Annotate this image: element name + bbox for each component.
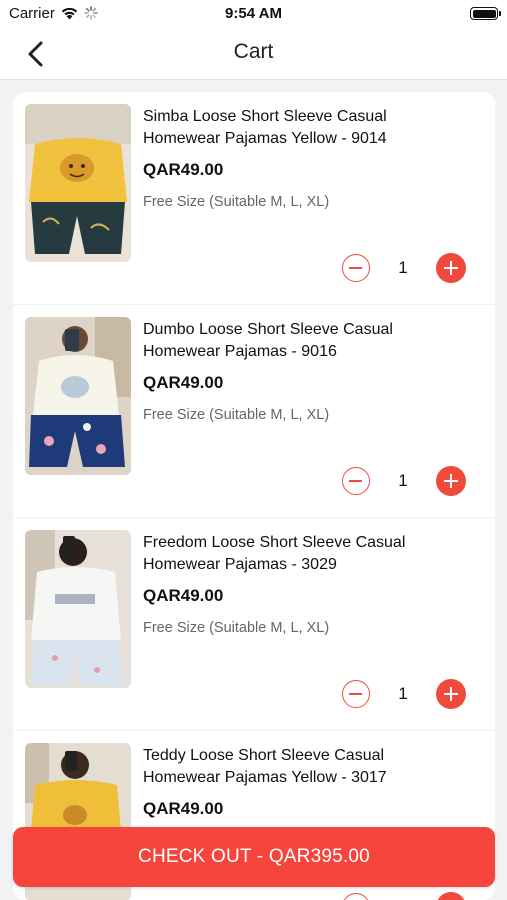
increase-quantity-button[interactable]	[436, 466, 466, 496]
product-name[interactable]: Freedom Loose Short Sleeve Casual Homewe…	[143, 532, 443, 576]
quantity-value: 1	[398, 684, 408, 703]
status-time: 9:54 AM	[225, 5, 282, 22]
product-price: QAR49.00	[143, 160, 224, 179]
cart-item[interactable]: Simba Loose Short Sleeve Casual Homewear…	[13, 92, 495, 305]
increase-quantity-button[interactable]	[436, 679, 466, 709]
decrease-quantity-button[interactable]	[342, 254, 370, 282]
status-bar: Carrier 9:54 AM	[0, 0, 507, 28]
product-name[interactable]: Teddy Loose Short Sleeve Casual Homewear…	[143, 745, 443, 789]
decrease-quantity-button[interactable]	[342, 680, 370, 708]
battery-icon	[470, 7, 501, 20]
product-image[interactable]	[25, 104, 131, 262]
product-image[interactable]	[25, 530, 131, 688]
quantity-value: 1	[398, 471, 408, 490]
product-image[interactable]	[25, 317, 131, 475]
product-price: QAR49.00	[143, 799, 224, 818]
decrease-quantity-button[interactable]	[342, 893, 370, 900]
nav-bar: Cart	[0, 28, 507, 80]
decrease-quantity-button[interactable]	[342, 467, 370, 495]
product-variant: Free Size (Suitable M, L, XL)	[143, 194, 330, 210]
quantity-value: 1	[398, 258, 408, 277]
product-variant: Free Size (Suitable M, L, XL)	[143, 620, 330, 636]
product-price: QAR49.00	[143, 586, 224, 605]
product-name[interactable]: Dumbo Loose Short Sleeve Casual Homewear…	[143, 319, 443, 363]
increase-quantity-button[interactable]	[436, 253, 466, 283]
page-title: Cart	[233, 40, 274, 63]
product-price: QAR49.00	[143, 373, 224, 392]
product-name[interactable]: Simba Loose Short Sleeve Casual Homewear…	[143, 106, 443, 150]
cart-list: Simba Loose Short Sleeve Casual Homewear…	[13, 92, 495, 900]
checkout-button[interactable]: CHECK OUT - QAR395.00	[13, 827, 495, 887]
increase-quantity-button[interactable]	[436, 892, 466, 900]
cart-item[interactable]: Freedom Loose Short Sleeve Casual Homewe…	[13, 518, 495, 731]
cart-item[interactable]: Dumbo Loose Short Sleeve Casual Homewear…	[13, 305, 495, 518]
product-variant: Free Size (Suitable M, L, XL)	[143, 407, 330, 423]
